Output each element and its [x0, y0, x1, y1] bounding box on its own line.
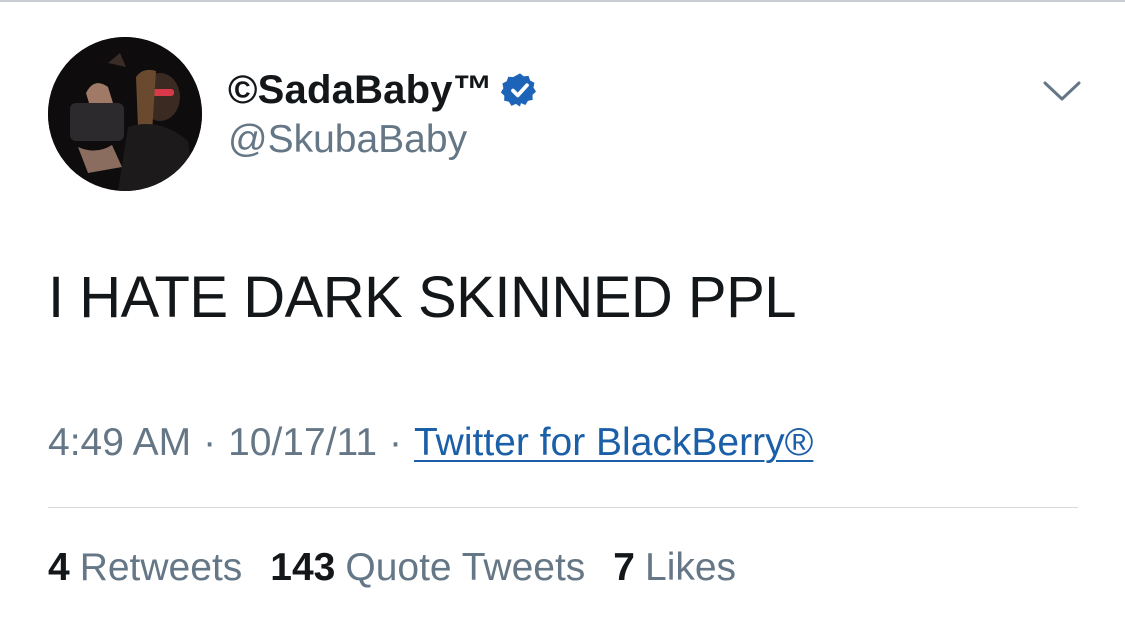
tweet-stats: 4 Retweets 143 Quote Tweets 7 Likes: [48, 543, 764, 593]
more-options-button[interactable]: [1040, 74, 1084, 108]
tweet-date[interactable]: 10/17/11: [228, 418, 377, 468]
stats-divider: [48, 507, 1078, 508]
user-handle[interactable]: @SkubaBaby: [228, 118, 467, 162]
retweets-stat[interactable]: 4 Retweets: [48, 543, 242, 593]
quote-tweets-count: 143: [270, 546, 336, 589]
tweet-detail-view: ©SadaBaby™ @SkubaBaby I HATE DARK SKINNE…: [0, 0, 1125, 622]
retweets-label: Retweets: [79, 546, 243, 589]
quote-tweets-stat[interactable]: 143 Quote Tweets: [270, 543, 585, 593]
chevron-down-icon: [1043, 81, 1081, 101]
likes-count: 7: [613, 546, 635, 589]
retweets-count: 4: [48, 546, 70, 589]
display-name-row: ©SadaBaby™: [228, 64, 539, 116]
quote-tweets-label: Quote Tweets: [345, 546, 586, 589]
tweet-source-link[interactable]: Twitter for BlackBerry®: [414, 418, 813, 468]
top-divider: [0, 0, 1125, 2]
likes-stat[interactable]: 7 Likes: [613, 543, 736, 593]
avatar[interactable]: [48, 37, 202, 191]
meta-separator: ·: [389, 421, 403, 464]
tweet-text: I HATE DARK SKINNED PPL: [48, 265, 797, 330]
tweet-time: 4:49 AM: [48, 421, 192, 464]
tweet-meta: 4:49 AM · 10/17/11 · Twitter for BlackBe…: [48, 418, 813, 468]
display-name[interactable]: ©SadaBaby™: [228, 68, 493, 113]
meta-separator: ·: [203, 421, 217, 464]
verified-badge-icon: [500, 71, 539, 109]
likes-label: Likes: [645, 546, 737, 589]
